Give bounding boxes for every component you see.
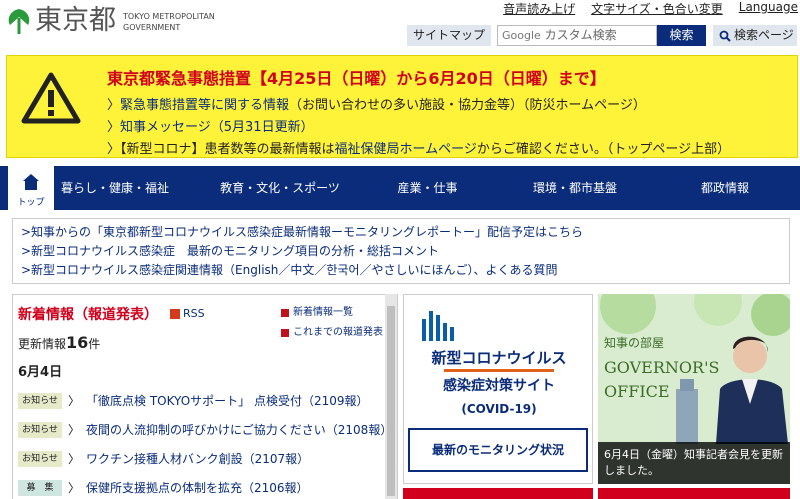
- red-banner-strip: [403, 488, 593, 499]
- nav-home[interactable]: トップ: [8, 166, 54, 210]
- update-count-label: 更新情報: [18, 337, 67, 351]
- alert-line-3: 〉【新型コロナ】患者数等の最新情報は福祉保健局ホームページからご確認ください。（…: [107, 138, 730, 157]
- alert-line-3-post: からご確認ください。（トップページ上部）: [476, 142, 731, 157]
- logo-en-line2: GOVERNMENT: [123, 23, 181, 32]
- notice-link-1[interactable]: >知事からの「東京都新型コロナウイルス感染症最新情報ーモニタリングレポートー」配…: [21, 223, 781, 242]
- link-news-list-label: 新着情報一覧: [293, 307, 353, 318]
- news-item[interactable]: お知らせ 〉 ワクチン接種人材バンク創設（2107報）: [18, 450, 309, 467]
- ginkgo-logo-icon: [8, 9, 30, 34]
- alert-line-2: 〉知事メッセージ（5月31日更新）: [107, 116, 314, 135]
- governor-office-banner[interactable]: 知事の部屋 GOVERNOR'S OFFICE 6月4日（金曜）知事記者会見を更…: [598, 294, 790, 484]
- nav-item-industry[interactable]: 産業・仕事: [380, 166, 475, 210]
- link-past-press[interactable]: これまでの報道発表: [281, 323, 383, 343]
- category-badge: お知らせ: [18, 392, 62, 409]
- governor-caption: 6月4日（金曜）知事記者会見を更新しました。: [598, 442, 790, 484]
- alert-line-1-rest: （お問い合わせの多い施設・協力金等）（防災ホームページ）: [289, 98, 646, 113]
- covid-banner-title: 新型コロナウイルス: [431, 349, 567, 367]
- link-welfare-health-bureau[interactable]: 福祉保健局ホームページ: [335, 142, 477, 157]
- update-count: 更新情報16件: [18, 333, 100, 352]
- search-placeholder: カスタム検索: [544, 28, 617, 42]
- search-input[interactable]: Google カスタム検索: [497, 25, 657, 46]
- nav-item-living[interactable]: 暮らし・健康・福祉: [60, 166, 170, 210]
- monitoring-status-button[interactable]: 最新のモニタリング状況: [408, 428, 588, 472]
- covid-banner-divider: [444, 369, 554, 372]
- chevron-right-icon: 〉: [68, 481, 81, 495]
- alert-title: 東京都緊急事態措置【4月25日（日曜）から6月20日（日曜）まで】: [107, 69, 606, 88]
- covid-banner-tag: (COVID-19): [461, 402, 537, 416]
- notice-link-3[interactable]: >新型コロナウイルス感染症関連情報（English／中文／한국어／やさしいにほん…: [21, 261, 781, 280]
- search-brand: Google: [502, 29, 541, 42]
- governor-room-label: 知事の部屋: [604, 336, 665, 350]
- news-item-text: 保健所支援拠点の体制を拡充（2106報）: [86, 481, 309, 495]
- search-button[interactable]: 検索: [657, 25, 706, 46]
- link-past-press-label: これまでの報道発表: [293, 327, 383, 338]
- tokyo-logo[interactable]: 東京都 TOKYO METROPOLITAN GOVERNMENT: [6, 4, 215, 38]
- logo-text-en: TOKYO METROPOLITAN GOVERNMENT: [123, 11, 215, 33]
- governor-bottom-strip: [598, 488, 790, 499]
- home-icon: [23, 174, 39, 190]
- governor-office-title-1: GOVERNOR'S: [604, 358, 720, 377]
- covid-site-banner[interactable]: 新型コロナウイルス 感染症対策サイト (COVID-19) 最新のモニタリング状…: [403, 294, 593, 484]
- news-scrollbar[interactable]: [385, 294, 397, 499]
- nav-item-education[interactable]: 教育・文化・スポーツ: [215, 166, 345, 210]
- global-nav: トップ 暮らし・健康・福祉 教育・文化・スポーツ 産業・仕事 環境・都市基盤 都…: [0, 166, 800, 210]
- arrow-square-icon: [281, 309, 289, 317]
- category-badge: お知らせ: [18, 450, 62, 467]
- covid-banner-subtitle: 感染症対策サイト: [443, 378, 555, 394]
- chevron-right-icon: 〉: [68, 394, 81, 408]
- notice-link-2[interactable]: >新型コロナウイルス感染症 最新のモニタリング項目の分析・総括コメント: [21, 242, 781, 261]
- rss-label: RSS: [183, 307, 205, 320]
- news-date: 6月4日: [18, 365, 63, 380]
- governor-office-title-2: OFFICE: [604, 382, 670, 401]
- rss-link[interactable]: RSS: [170, 307, 205, 320]
- link-voice-reading[interactable]: 音声読み上げ: [503, 0, 575, 17]
- link-news-list[interactable]: 新着情報一覧: [281, 303, 383, 323]
- logo-en-line1: TOKYO METROPOLITAN: [123, 12, 215, 21]
- link-emergency-measures[interactable]: 緊急事態措置等に関する情報: [120, 98, 289, 113]
- nav-home-label: トップ: [17, 198, 45, 208]
- news-item[interactable]: お知らせ 〉 夜間の人流抑制の呼びかけにご協力ください（2108報）: [18, 421, 392, 438]
- nav-item-government[interactable]: 都政情報: [680, 166, 770, 210]
- rss-icon: [170, 308, 180, 319]
- arrow-square-icon: [281, 329, 289, 337]
- news-item-text: 夜間の人流抑制の呼びかけにご協力ください（2108報）: [86, 423, 393, 437]
- notice-links-box: >知事からの「東京都新型コロナウイルス感染症最新情報ーモニタリングレポートー」配…: [12, 218, 790, 284]
- search-page-label: 検索ページ: [734, 28, 794, 42]
- link-governor-message[interactable]: 知事メッセージ（5月31日更新）: [120, 120, 314, 135]
- logo-text-jp: 東京都: [35, 5, 116, 36]
- category-badge: 募 集: [18, 479, 62, 496]
- chevron-right-icon: 〉: [68, 423, 81, 437]
- alert-line-1: 〉緊急事態措置等に関する情報（お問い合わせの多い施設・協力金等）（防災ホームペー…: [107, 94, 646, 113]
- utility-links: 音声読み上げ 文字サイズ・色合い変更 Language: [503, 0, 798, 17]
- news-item[interactable]: お知らせ 〉 「徹底点検 TOKYOサポート」 点検受付（2109報）: [18, 392, 369, 409]
- magnifier-icon: [719, 30, 731, 42]
- news-side-links: 新着情報一覧 これまでの報道発表: [281, 303, 383, 343]
- update-count-unit: 件: [88, 337, 101, 351]
- chevron-right-icon: 〉: [107, 98, 121, 113]
- chevron-right-icon: 〉: [107, 142, 121, 157]
- search-page-button[interactable]: 検索ページ: [713, 25, 797, 46]
- news-panel: 新着情報（報道発表） RSS 新着情報一覧 これまでの報道発表 更新情報16件 …: [12, 294, 398, 499]
- warning-icon: [21, 72, 81, 124]
- site-header: 東京都 TOKYO METROPOLITAN GOVERNMENT 音声読み上げ…: [0, 0, 800, 52]
- alert-line-3-pre: 【新型コロナ】患者数等の最新情報は: [120, 142, 335, 157]
- nav-item-environment[interactable]: 環境・都市基盤: [520, 166, 630, 210]
- scrollbar-thumb[interactable]: [387, 306, 395, 496]
- update-count-value: 16: [66, 333, 89, 352]
- news-item-text: ワクチン接種人材バンク創設（2107報）: [86, 452, 310, 466]
- emergency-alert-box: 東京都緊急事態措置【4月25日（日曜）から6月20日（日曜）まで】 〉緊急事態措…: [6, 55, 798, 158]
- news-item-text: 「徹底点検 TOKYOサポート」 点検受付（2109報）: [86, 394, 369, 408]
- chevron-right-icon: 〉: [107, 120, 121, 135]
- sitemap-button[interactable]: サイトマップ: [407, 25, 491, 46]
- chevron-right-icon: 〉: [68, 452, 81, 466]
- news-item[interactable]: 募 集 〉 保健所支援拠点の体制を拡充（2106報）: [18, 479, 309, 496]
- link-language[interactable]: Language: [739, 0, 798, 17]
- bar-chart-icon: [422, 307, 454, 341]
- news-title: 新着情報（報道発表）: [18, 307, 158, 323]
- category-badge: お知らせ: [18, 421, 62, 438]
- link-text-size-color[interactable]: 文字サイズ・色合い変更: [591, 0, 723, 17]
